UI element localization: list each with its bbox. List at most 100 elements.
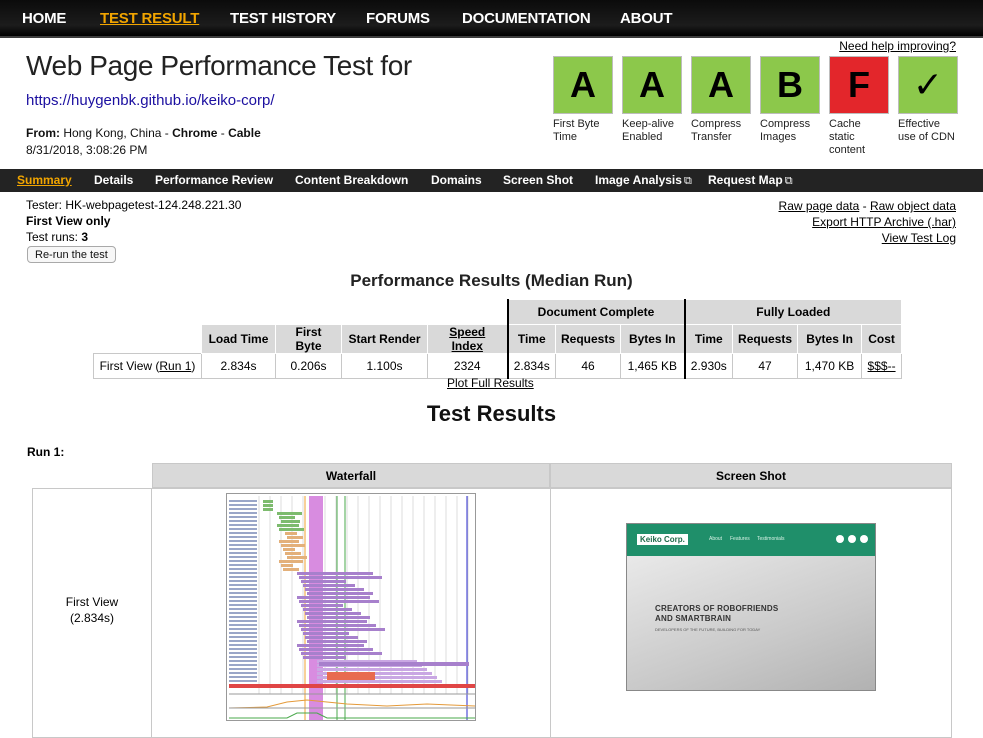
waterfall-request-bar (303, 608, 352, 611)
grade-box[interactable]: A (691, 56, 751, 114)
waterfall-request-bar (281, 520, 300, 523)
waterfall-url-label (229, 508, 257, 510)
location-text: Hong Kong, China - (63, 126, 173, 140)
col-full-requests: Requests (732, 324, 799, 354)
nav-about[interactable]: ABOUT (620, 10, 673, 27)
screenshot-subline: DEVELOPERS OF THE FUTURE, BUILDING FOR T… (655, 627, 761, 632)
nav-documentation[interactable]: DOCUMENTATION (462, 10, 591, 27)
grade-box[interactable]: F (829, 56, 889, 114)
results-subnav: Summary Details Performance Review Conte… (0, 169, 983, 192)
waterfall-request-bar (279, 560, 303, 563)
waterfall-url-label (229, 600, 257, 602)
waterfall-request-bar (305, 612, 361, 615)
view-test-log-link[interactable]: View Test Log (882, 231, 956, 245)
grade-cdn[interactable]: ✓ Effective use of CDN (898, 56, 958, 144)
grade-box[interactable]: A (553, 56, 613, 114)
waterfall-url-label (229, 644, 257, 646)
waterfall-url-label (229, 532, 257, 534)
waterfall-url-label (229, 668, 257, 670)
waterfall-url-label (229, 588, 257, 590)
waterfall-request-bar (279, 528, 304, 531)
cost-value[interactable]: $$$-- (861, 353, 903, 379)
waterfall-request-bar (279, 516, 295, 519)
waterfall-url-label (229, 516, 257, 518)
grade-label: First Byte Time (553, 118, 600, 143)
waterfall-request-bar (287, 536, 303, 539)
nav-forums[interactable]: FORUMS (366, 10, 430, 27)
group-document-complete: Document Complete (506, 299, 686, 325)
raw-page-data-link[interactable]: Raw page data (779, 199, 860, 213)
grade-label: Compress Transfer (691, 118, 742, 143)
export-har-link[interactable]: Export HTTP Archive (.har) (812, 215, 956, 229)
raw-object-data-link[interactable]: Raw object data (870, 199, 956, 213)
waterfall-request-bar (283, 548, 295, 551)
col-doc-bytes: Bytes In (620, 324, 686, 354)
screenshot-image[interactable]: Keiko Corp. About Features Testimonials … (626, 523, 876, 691)
doc-bytes-value: 1,465 KB (620, 353, 686, 379)
test-runs-label: Test runs: (26, 230, 82, 244)
grade-label: Effective use of CDN (898, 118, 955, 143)
grade-first-byte-time[interactable]: A First Byte Time (553, 56, 613, 144)
screenshot-header: Screen Shot (550, 463, 952, 488)
tab-image-analysis[interactable]: Image Analysis ⧉ (595, 173, 692, 188)
waterfall-url-label (229, 592, 257, 594)
page-title: Web Page Performance Test for (26, 50, 412, 81)
waterfall-request-bar (277, 512, 302, 515)
rerun-test-button[interactable]: Re-run the test (27, 246, 116, 263)
help-improving-link[interactable]: Need help improving? (839, 39, 956, 53)
tab-details[interactable]: Details (94, 173, 133, 187)
tab-content-breakdown[interactable]: Content Breakdown (295, 173, 408, 187)
waterfall-url-label (229, 648, 257, 650)
social-icon (860, 535, 868, 543)
waterfall-request-bar (305, 588, 364, 591)
waterfall-url-label (229, 552, 257, 554)
tab-summary[interactable]: Summary (17, 173, 72, 187)
grade-compress-images[interactable]: B Compress Images (760, 56, 820, 144)
doc-time-value: 2.834s (506, 353, 556, 379)
plot-full-results-link[interactable]: Plot Full Results (447, 376, 534, 390)
grade-cache-static-content[interactable]: F Cache static content (829, 56, 889, 157)
waterfall-request-bar (285, 552, 301, 555)
nav-home[interactable]: HOME (22, 10, 66, 27)
waterfall-chart (228, 496, 475, 720)
grade-keep-alive[interactable]: A Keep-alive Enabled (622, 56, 682, 144)
from-label: From: (26, 126, 60, 140)
load-time-value: 2.834s (201, 353, 276, 379)
waterfall-request-bar (319, 662, 469, 666)
test-runs-count: 3 (81, 230, 89, 244)
waterfall-header: Waterfall (152, 463, 550, 488)
top-navigation: HOME TEST RESULT TEST HISTORY FORUMS DOC… (0, 0, 983, 38)
tab-screen-shot[interactable]: Screen Shot (503, 173, 573, 187)
separator: - (217, 126, 229, 140)
checkmark-icon[interactable]: ✓ (898, 56, 958, 114)
run-1-link[interactable]: Run 1 (159, 359, 191, 373)
col-speed-index[interactable]: Speed Index (427, 324, 508, 354)
waterfall-image[interactable] (226, 493, 476, 721)
start-render-value: 1.100s (341, 353, 428, 379)
waterfall-url-label (229, 612, 257, 614)
grade-box[interactable]: B (760, 56, 820, 114)
waterfall-url-label (229, 584, 257, 586)
tested-url-link[interactable]: https://huygenbk.github.io/keiko-corp/ (26, 92, 274, 109)
waterfall-request-bar (279, 540, 299, 543)
waterfall-url-label (229, 572, 257, 574)
waterfall-request-bar (307, 616, 370, 619)
tab-request-map[interactable]: Request Map ⧉ (708, 173, 793, 188)
data-links: Raw page data - Raw object data Export H… (779, 198, 956, 246)
waterfall-request-bar (303, 584, 355, 587)
waterfall-url-label (229, 524, 257, 526)
screenshot-brand: Keiko Corp. (637, 534, 688, 545)
waterfall-request-bar (299, 600, 379, 603)
test-location: From: Hong Kong, China - Chrome - Cable (26, 126, 261, 140)
waterfall-request-bar (297, 572, 373, 575)
grade-box[interactable]: A (622, 56, 682, 114)
waterfall-url-label (229, 540, 257, 542)
tab-domains[interactable]: Domains (431, 173, 482, 187)
waterfall-request-bar (301, 580, 346, 583)
nav-test-history[interactable]: TEST HISTORY (230, 10, 336, 27)
waterfall-url-label (229, 564, 257, 566)
col-start-render: Start Render (341, 324, 428, 354)
grade-compress-transfer[interactable]: A Compress Transfer (691, 56, 751, 144)
nav-test-result[interactable]: TEST RESULT (100, 10, 199, 27)
tab-performance-review[interactable]: Performance Review (155, 173, 273, 187)
